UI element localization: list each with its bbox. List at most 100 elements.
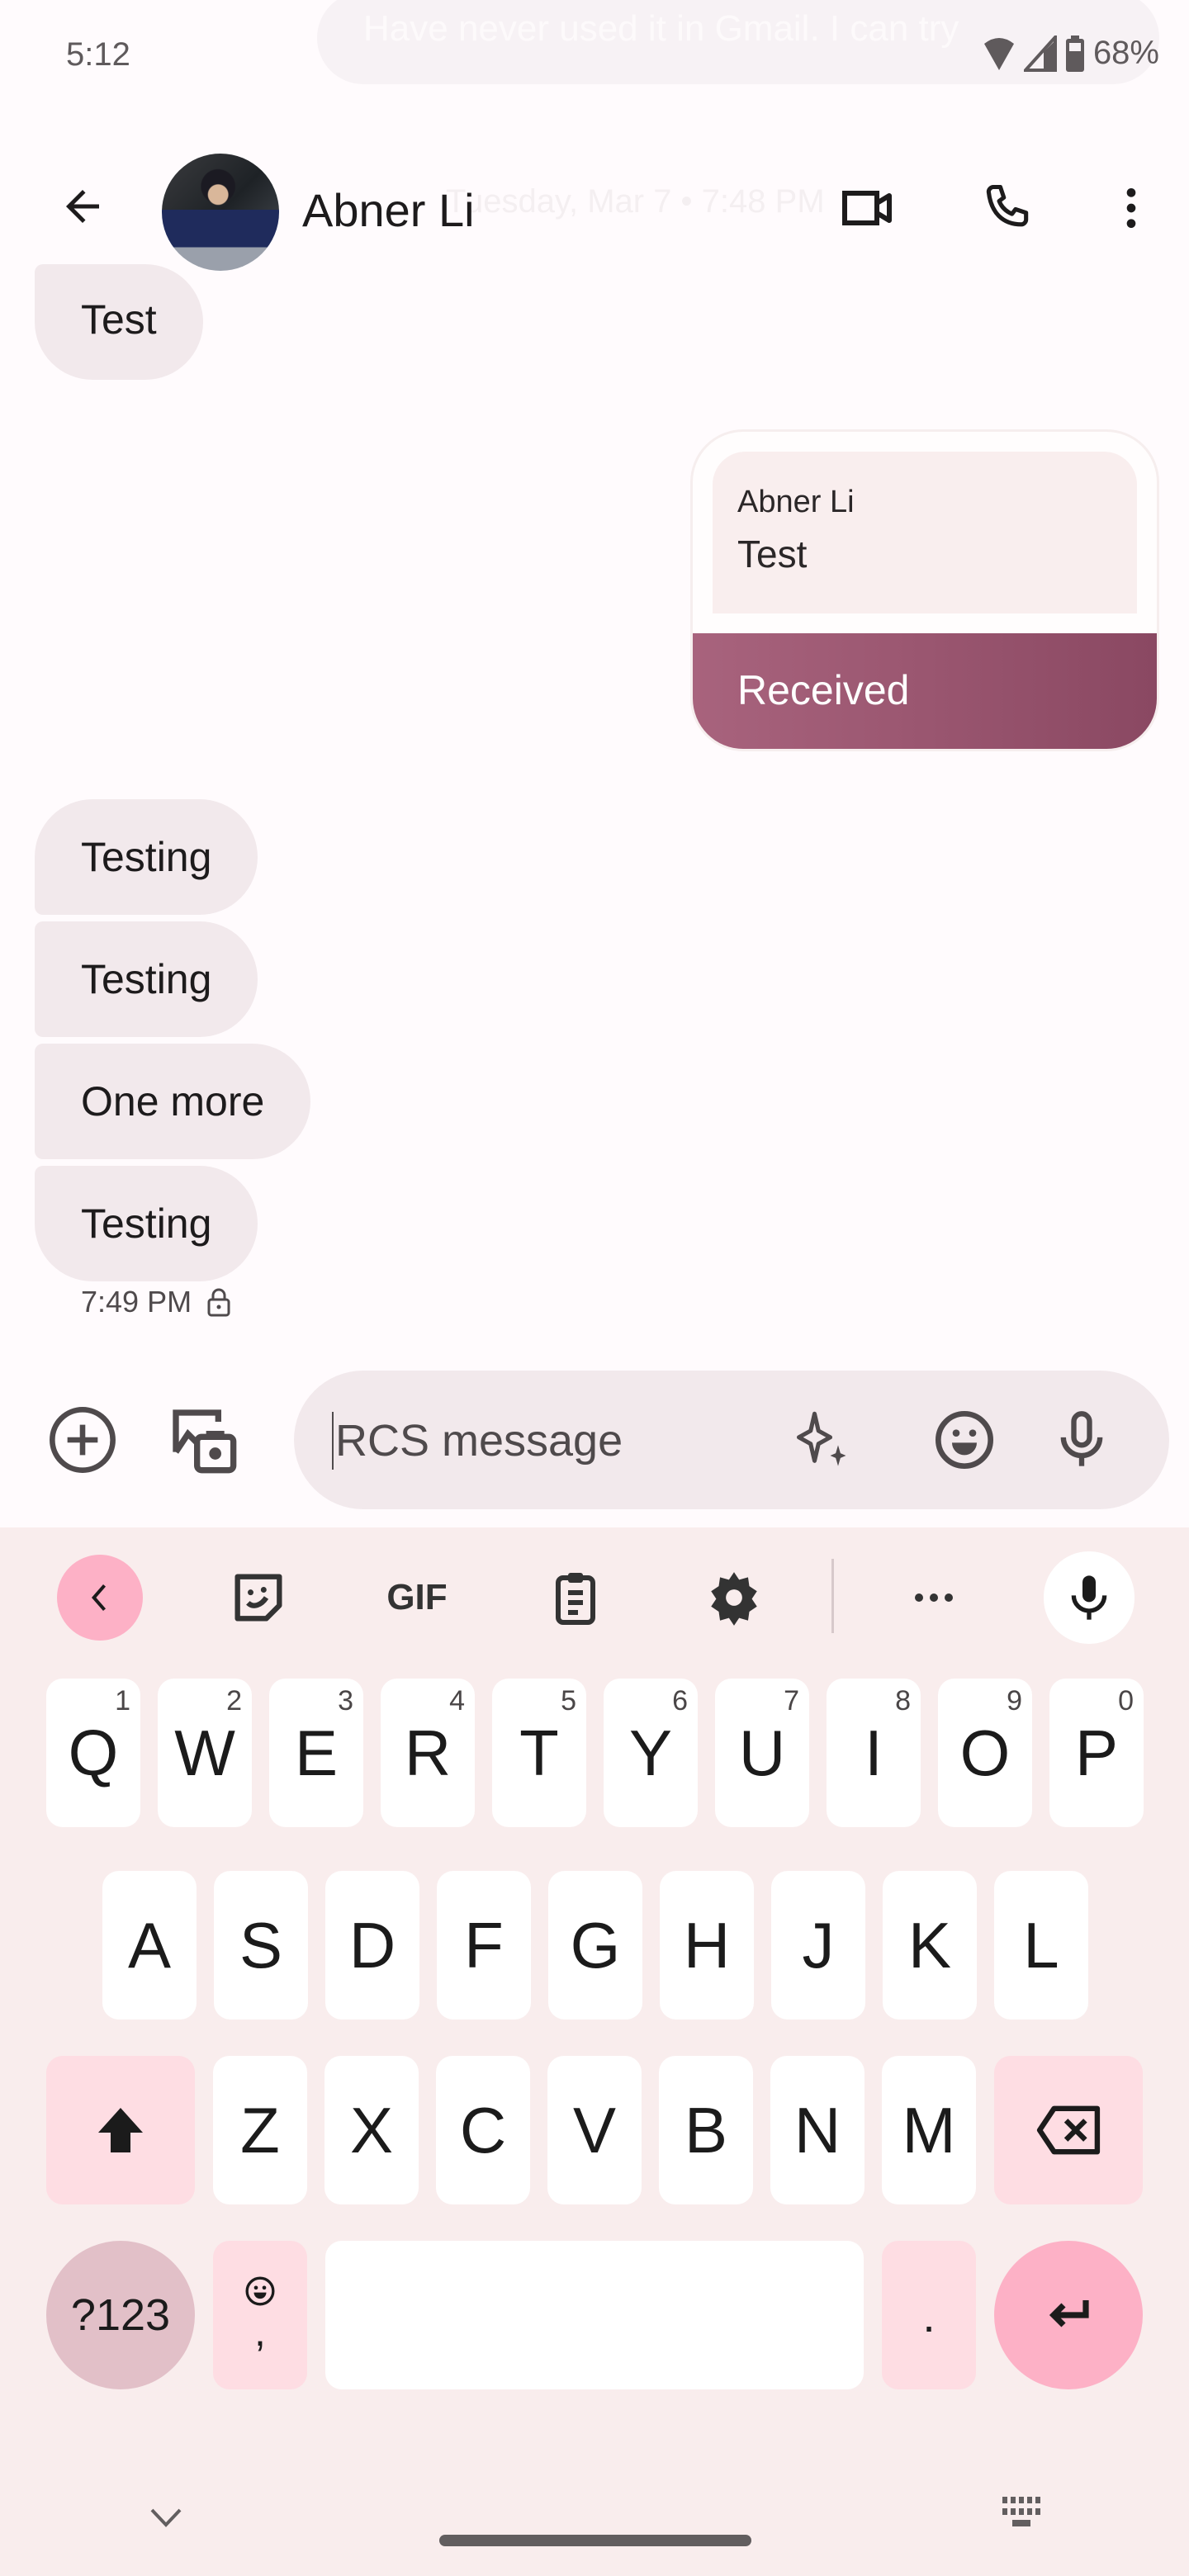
- gallery-camera-icon: [173, 1409, 237, 1474]
- keyboard-switch-icon[interactable]: [999, 2493, 1049, 2535]
- clipboard-button[interactable]: [530, 1552, 621, 1643]
- key-m[interactable]: M: [882, 2056, 976, 2204]
- message-bubble[interactable]: One more: [35, 1044, 311, 1159]
- key-l[interactable]: L: [994, 1871, 1088, 2020]
- magic-compose-button[interactable]: [786, 1404, 859, 1476]
- key-d[interactable]: D: [325, 1871, 419, 2020]
- key-q[interactable]: Q1: [46, 1679, 140, 1827]
- gif-button[interactable]: GIF: [372, 1552, 462, 1643]
- sticky-date: Tuesday, Mar 7 • 7:48 PM: [446, 183, 825, 220]
- key-h[interactable]: H: [660, 1871, 754, 2020]
- gallery-button[interactable]: [167, 1404, 239, 1476]
- contact-name[interactable]: Abner Li: [302, 183, 475, 237]
- key-hint: 9: [1007, 1685, 1022, 1717]
- message-bubble[interactable]: Testing: [35, 921, 258, 1037]
- message-text: Testing: [81, 834, 212, 880]
- message-input[interactable]: [332, 1412, 761, 1470]
- key-hint: 3: [338, 1685, 353, 1717]
- sparkle-icon: [796, 1411, 846, 1466]
- sticker-icon: [234, 1574, 282, 1622]
- shift-key[interactable]: [46, 2056, 195, 2204]
- key-o[interactable]: O9: [938, 1679, 1032, 1827]
- avatar[interactable]: [162, 154, 279, 271]
- voice-input-icon: [1071, 1575, 1107, 1620]
- voice-typing-button[interactable]: [1044, 1551, 1135, 1644]
- key-t[interactable]: T5: [492, 1679, 586, 1827]
- key-hint: 5: [561, 1685, 576, 1717]
- message-text: Testing: [81, 956, 212, 1002]
- more-options-button[interactable]: [1098, 175, 1164, 241]
- key-r[interactable]: R4: [381, 1679, 475, 1827]
- back-button[interactable]: [50, 173, 116, 239]
- message-bubble[interactable]: Test: [35, 264, 203, 380]
- backspace-key[interactable]: [994, 2056, 1143, 2204]
- status-icons: 68%: [983, 35, 1159, 72]
- keyboard-collapse-button[interactable]: [54, 1552, 145, 1643]
- toolbar-more-button[interactable]: [888, 1552, 979, 1643]
- key-i[interactable]: I8: [827, 1679, 921, 1827]
- key-c[interactable]: C: [436, 2056, 530, 2204]
- key-v[interactable]: V: [547, 2056, 642, 2204]
- attach-button[interactable]: [46, 1404, 119, 1476]
- keyboard-emoji-icon: [245, 2276, 275, 2306]
- comma-label: ,: [254, 2308, 266, 2355]
- video-call-icon: [842, 191, 892, 225]
- key-g[interactable]: G: [548, 1871, 642, 2020]
- key-y[interactable]: Y6: [604, 1679, 698, 1827]
- space-key[interactable]: [325, 2241, 864, 2389]
- reply-card[interactable]: Abner Li Test Received: [690, 429, 1159, 751]
- keyboard-settings-button[interactable]: [689, 1552, 779, 1643]
- sticker-button[interactable]: [213, 1552, 304, 1643]
- reply-text: Received: [693, 633, 1157, 749]
- key-label: R: [404, 1716, 452, 1789]
- key-hint: 8: [895, 1685, 911, 1717]
- key-label: Y: [628, 1716, 673, 1789]
- key-w[interactable]: W2: [158, 1679, 252, 1827]
- video-call-button[interactable]: [834, 175, 900, 241]
- key-label: I: [865, 1716, 883, 1789]
- status-time: 5:12: [66, 36, 130, 73]
- toolbar-divider: [831, 1559, 834, 1633]
- battery-icon: [1065, 35, 1084, 72]
- more-vert-icon: [1126, 188, 1136, 228]
- key-e[interactable]: E3: [269, 1679, 363, 1827]
- key-p[interactable]: P0: [1049, 1679, 1144, 1827]
- key-a[interactable]: A: [102, 1871, 197, 2020]
- key-z[interactable]: Z: [213, 2056, 307, 2204]
- key-k[interactable]: K: [883, 1871, 977, 2020]
- quoted-sender: Abner Li: [737, 485, 855, 519]
- enter-icon: [1049, 2300, 1089, 2327]
- message-text: One more: [81, 1078, 265, 1125]
- voice-message-button[interactable]: [1045, 1404, 1118, 1476]
- key-label: Q: [68, 1716, 119, 1789]
- key-x[interactable]: X: [324, 2056, 419, 2204]
- timestamp-text: 7:49 PM: [81, 1285, 192, 1319]
- home-handle[interactable]: [439, 2535, 751, 2546]
- key-u[interactable]: U7: [715, 1679, 809, 1827]
- shift-icon: [98, 2108, 143, 2152]
- key-hint: 2: [226, 1685, 242, 1717]
- key-hint: 0: [1118, 1685, 1134, 1717]
- period-key[interactable]: .: [882, 2241, 976, 2389]
- key-s[interactable]: S: [214, 1871, 308, 2020]
- compose-field[interactable]: [294, 1371, 1169, 1509]
- emoji-comma-key[interactable]: ,: [213, 2241, 307, 2389]
- phone-call-button[interactable]: [974, 175, 1040, 241]
- collapse-icon: [91, 1584, 107, 1611]
- phone-icon: [986, 184, 1029, 227]
- key-n[interactable]: N: [770, 2056, 865, 2204]
- emoji-button[interactable]: [928, 1404, 1001, 1476]
- message-bubble[interactable]: Testing: [35, 799, 258, 915]
- key-f[interactable]: F: [437, 1871, 531, 2020]
- key-b[interactable]: B: [659, 2056, 753, 2204]
- enter-key[interactable]: [994, 2241, 1143, 2389]
- key-j[interactable]: J: [771, 1871, 865, 2020]
- more-horiz-icon: [915, 1593, 953, 1602]
- quoted-message[interactable]: Abner Li Test: [713, 452, 1137, 613]
- message-timestamp: 7:49 PM: [81, 1285, 231, 1319]
- chevron-down-icon[interactable]: [145, 2502, 187, 2535]
- symbols-key[interactable]: ?123: [46, 2241, 195, 2389]
- message-bubble[interactable]: Testing: [35, 1166, 258, 1281]
- key-label: W: [174, 1716, 235, 1789]
- key-label: O: [959, 1716, 1011, 1789]
